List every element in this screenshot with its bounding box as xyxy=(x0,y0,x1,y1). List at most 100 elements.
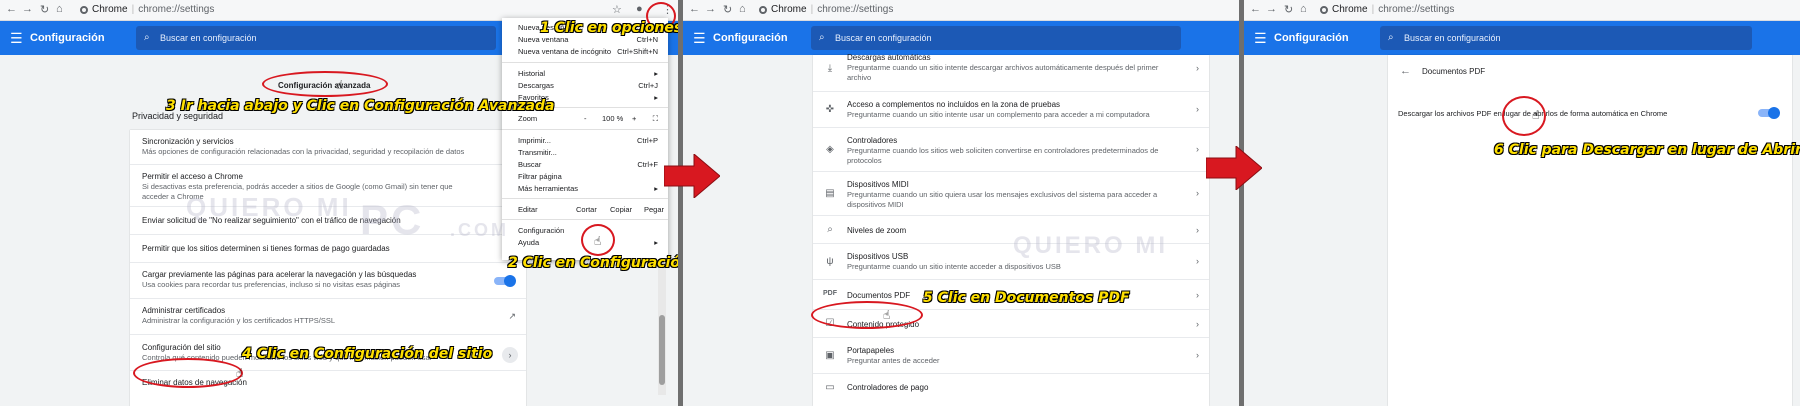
settings-title: Configuración xyxy=(30,32,105,44)
address-chrome-label: Chrome xyxy=(92,4,128,15)
address-bar[interactable]: Chrome | chrome://settings xyxy=(80,3,214,17)
chrome-icon xyxy=(759,6,767,14)
address-chrome-label: Chrome xyxy=(1332,4,1368,15)
menu-print[interactable]: Imprimir... Ctrl+P xyxy=(518,135,658,147)
menu-label: Ayuda xyxy=(518,238,540,247)
search-icon: ⌕ xyxy=(144,32,150,43)
menu-label: Buscar xyxy=(518,160,542,169)
annotation-step2: 2 Clic en Configuración xyxy=(508,255,678,271)
reload-icon[interactable]: ↻ xyxy=(723,3,732,16)
row-subtitle: Preguntarme cuando un sitio quiera usar … xyxy=(847,190,1158,209)
edit-cut-button[interactable]: Cortar xyxy=(576,204,597,216)
row-automatic-downloads[interactable]: ⤓ Descargas automáticas Preguntarme cuan… xyxy=(813,49,1209,91)
arrow-left-icon[interactable]: ← xyxy=(1250,3,1261,15)
scrollbar-thumb[interactable] xyxy=(659,315,665,385)
address-bar[interactable]: Chrome | chrome://settings xyxy=(759,3,893,17)
controller-icon: ◈ xyxy=(826,144,834,155)
step-arrow-icon xyxy=(664,154,720,198)
chevron-right-icon[interactable]: › xyxy=(1196,144,1199,154)
row-subtitle: Usa cookies para recordar tus preferenci… xyxy=(142,280,401,289)
row-midi-devices[interactable]: ▤ Dispositivos MIDI Preguntarme cuando u… xyxy=(813,171,1209,216)
chevron-right-icon[interactable]: › xyxy=(1196,290,1199,300)
reload-icon[interactable]: ↻ xyxy=(1284,3,1293,16)
menu-hamburger-icon[interactable]: ☰ xyxy=(1254,31,1267,45)
menu-hamburger-icon[interactable]: ☰ xyxy=(693,31,706,45)
chevron-right-icon[interactable]: › xyxy=(502,347,518,363)
download-icon: ⤓ xyxy=(827,63,833,74)
home-icon[interactable]: ⌂ xyxy=(739,3,746,15)
zoom-value: 100 % xyxy=(602,114,624,123)
address-url: chrome://settings xyxy=(817,4,894,15)
row-title: Controladores de pago xyxy=(847,383,929,392)
arrow-left-icon[interactable]: ← xyxy=(689,3,700,15)
chevron-right-icon[interactable]: › xyxy=(1196,104,1199,114)
menu-cast[interactable]: Transmitir... xyxy=(518,147,658,159)
chevron-right-icon[interactable]: › xyxy=(1196,319,1199,329)
row-payment-handlers[interactable]: ▭ Controladores de pago xyxy=(813,373,1209,406)
settings-header: ☰ Configuración ⌕ Buscar en configuració… xyxy=(1244,21,1800,55)
search-icon: ⌕ xyxy=(1388,32,1394,43)
browser-toolbar: ← → ↻ ⌂ Chrome | chrome://settings xyxy=(1244,0,1800,21)
search-placeholder: Buscar en configuración xyxy=(160,33,257,43)
menu-edit: Editar Cortar Copiar Pegar xyxy=(518,204,664,216)
row-clipboard[interactable]: ▣ Portapapeles Preguntar antes de accede… xyxy=(813,337,1209,374)
arrow-right-icon[interactable]: → xyxy=(705,3,716,15)
annotation-step6: 6 Clic para Descargar en lugar de Abrir xyxy=(1494,142,1800,158)
arrow-right-icon[interactable]: → xyxy=(1266,3,1277,15)
reload-icon[interactable]: ↻ xyxy=(40,3,49,16)
menu-new-incognito[interactable]: Nueva ventana de incógnito Ctrl+Shift+N xyxy=(518,46,658,58)
cursor-icon: ☝ xyxy=(336,78,344,92)
row-preload-pages[interactable]: Cargar previamente las páginas para acel… xyxy=(130,262,526,299)
menu-label: Zoom xyxy=(518,114,538,123)
menu-downloads[interactable]: Descargas Ctrl+J xyxy=(518,80,658,92)
watermark-text: QUIERO MI xyxy=(1013,232,1169,259)
settings-content: ⤓ Descargas automáticas Preguntarme cuan… xyxy=(683,53,1239,406)
menu-find[interactable]: Buscar Ctrl+F xyxy=(518,159,658,171)
edit-paste-button[interactable]: Pegar xyxy=(644,204,664,216)
chevron-right-icon[interactable]: › xyxy=(1196,63,1199,73)
external-link-icon[interactable]: ↗ xyxy=(508,311,516,322)
search-input[interactable]: ⌕ Buscar en configuración xyxy=(811,26,1181,50)
menu-more-tools[interactable]: Más herramientas ▸ xyxy=(518,183,658,195)
chevron-right-icon[interactable]: › xyxy=(1196,188,1199,198)
highlight-site-settings xyxy=(133,358,243,388)
home-icon[interactable]: ⌂ xyxy=(56,3,63,15)
row-manage-certificates[interactable]: Administrar certificados Administrar la … xyxy=(130,298,526,335)
menu-label: Configuración xyxy=(518,226,565,235)
arrow-left-icon[interactable]: ← xyxy=(6,3,17,15)
zoom-in-button[interactable]: + xyxy=(632,113,636,125)
row-title: Permitir el acceso a Chrome xyxy=(142,172,243,181)
row-title: Acceso a complementos no incluidos en la… xyxy=(847,100,1061,109)
watermark-com: .COM xyxy=(450,220,509,240)
arrow-left-icon[interactable]: ← xyxy=(1400,65,1411,77)
search-input[interactable]: ⌕ Buscar en configuración xyxy=(1380,26,1752,50)
profile-icon[interactable]: ● xyxy=(636,3,643,15)
search-input[interactable]: ⌕ Buscar en configuración xyxy=(136,26,496,50)
row-handlers[interactable]: ◈ Controladores Preguntarme cuando los s… xyxy=(813,127,1209,172)
annotation-step4: 4 Clic en Configuración del sitio xyxy=(242,346,493,362)
pdf-download-toggle[interactable] xyxy=(1758,107,1780,119)
row-title: Configuración del sitio xyxy=(142,343,221,352)
row-unsandboxed-plugins[interactable]: ✜ Acceso a complementos no incluidos en … xyxy=(813,91,1209,128)
row-sync-services[interactable]: Sincronización y servicios Más opciones … xyxy=(130,130,526,164)
edit-copy-button[interactable]: Copiar xyxy=(610,204,632,216)
zoom-out-button[interactable]: - xyxy=(584,113,587,125)
address-chrome-label: Chrome xyxy=(771,4,807,15)
home-icon[interactable]: ⌂ xyxy=(1300,3,1307,15)
menu-hamburger-icon[interactable]: ☰ xyxy=(10,31,23,45)
clipboard-icon: ▣ xyxy=(825,350,835,361)
menu-history[interactable]: Historial ▸ xyxy=(518,68,658,80)
preload-toggle[interactable] xyxy=(494,275,516,287)
star-icon[interactable]: ☆ xyxy=(612,3,622,16)
arrow-right-icon[interactable]: → xyxy=(22,3,33,15)
puzzle-icon: ✜ xyxy=(825,104,835,115)
chevron-right-icon[interactable]: › xyxy=(1196,225,1199,235)
fullscreen-icon[interactable]: ⛶ xyxy=(653,113,658,125)
menu-filter-page[interactable]: Filtrar página xyxy=(518,171,658,183)
chevron-right-icon[interactable]: › xyxy=(1196,350,1199,360)
row-title: Controladores xyxy=(847,136,898,145)
address-bar[interactable]: Chrome | chrome://settings xyxy=(1320,3,1454,17)
chevron-right-icon[interactable]: › xyxy=(1196,256,1199,266)
row-subtitle: Administrar la configuración y los certi… xyxy=(142,316,335,325)
panel-step1-settings: ← → ↻ ⌂ Chrome | chrome://settings ☆ ● ⋮ ☰… xyxy=(0,0,678,406)
